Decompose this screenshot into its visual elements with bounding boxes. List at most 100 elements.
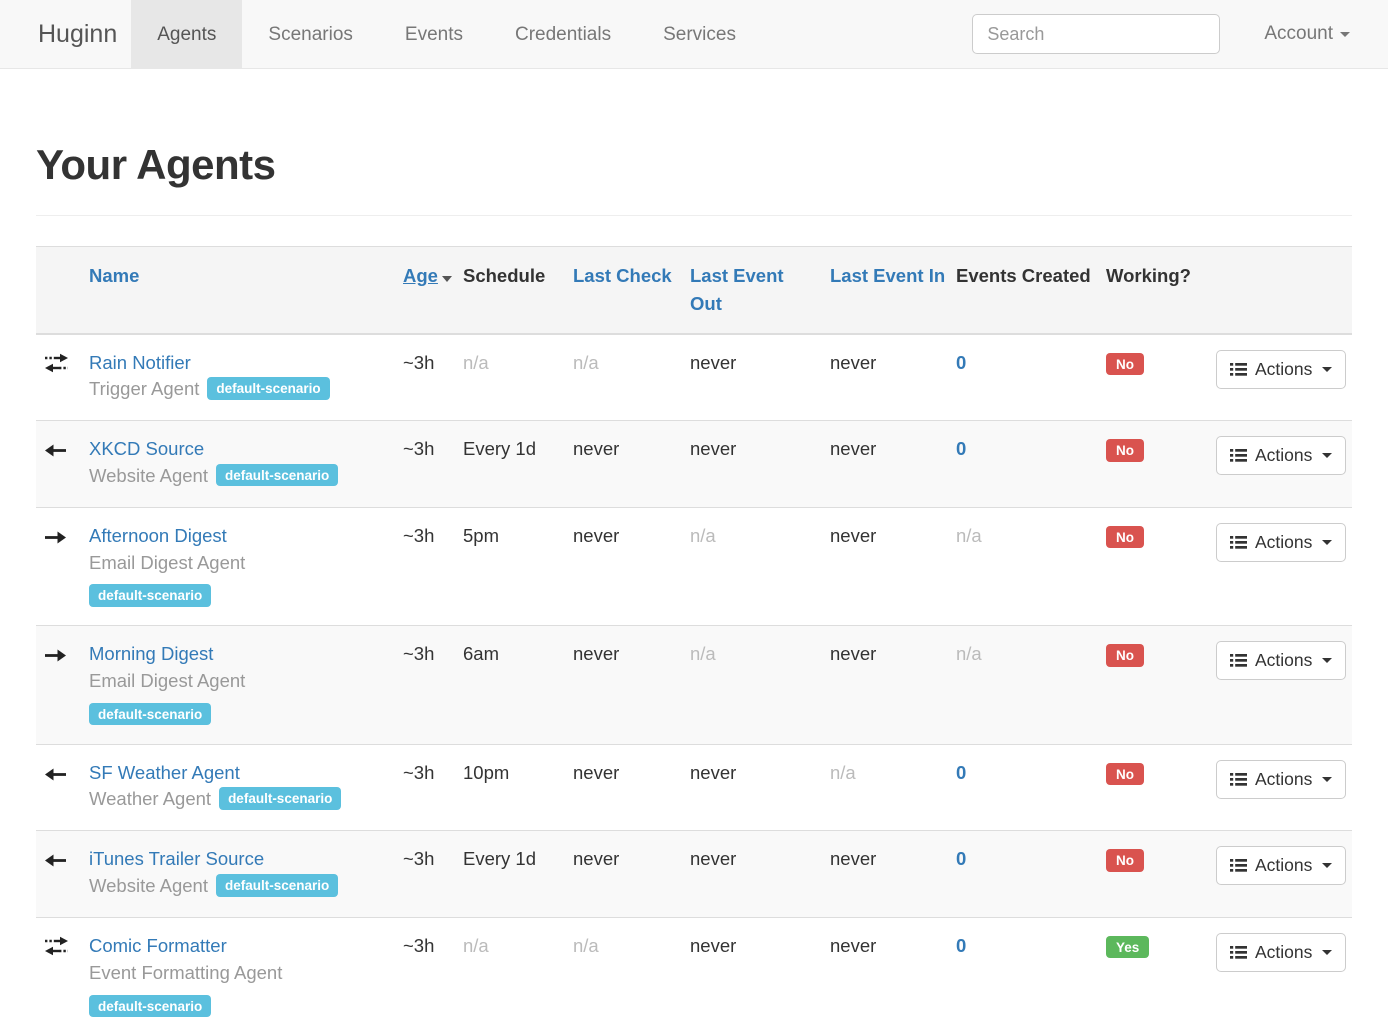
navbar-right: Account xyxy=(972,0,1388,68)
cell-schedule: n/a xyxy=(463,334,573,421)
events-count-link[interactable]: 0 xyxy=(956,762,966,783)
col-header-label: Working? xyxy=(1106,265,1191,286)
agent-name-link[interactable]: Morning Digest xyxy=(89,643,213,664)
working-status-badge: No xyxy=(1106,644,1144,667)
scenario-badge[interactable]: default-scenario xyxy=(89,995,211,1018)
actions-button-label: Actions xyxy=(1255,855,1312,876)
actions-button-label: Actions xyxy=(1255,359,1312,380)
cell-last-check: never xyxy=(573,626,690,744)
agent-subline: Website Agentdefault-scenario xyxy=(89,873,393,900)
scenario-badge[interactable]: default-scenario xyxy=(89,584,211,607)
cell-flow-icon xyxy=(36,421,89,508)
agent-name-link[interactable]: Afternoon Digest xyxy=(89,525,227,546)
actions-button-label: Actions xyxy=(1255,769,1312,790)
agent-subline: Event Formatting Agent xyxy=(89,960,393,987)
nav-item-credentials[interactable]: Credentials xyxy=(489,0,637,68)
working-status-badge: No xyxy=(1106,763,1144,786)
cell-events-created[interactable]: 0 xyxy=(956,334,1106,421)
cell-last-event-out: never xyxy=(690,831,830,918)
working-status-badge: No xyxy=(1106,439,1144,462)
cell-actions: Actions xyxy=(1206,334,1352,421)
cell-actions: Actions xyxy=(1206,917,1352,1035)
cell-working: No xyxy=(1106,831,1206,918)
cell-working: No xyxy=(1106,421,1206,508)
col-header-last-event-out[interactable]: Last Event Out xyxy=(690,247,830,334)
col-header-age[interactable]: Age xyxy=(403,247,463,334)
arrow-right-icon xyxy=(44,648,67,663)
actions-dropdown-button[interactable]: Actions xyxy=(1216,523,1346,562)
cell-flow-icon xyxy=(36,626,89,744)
cell-events-created[interactable]: 0 xyxy=(956,421,1106,508)
actions-dropdown-button[interactable]: Actions xyxy=(1216,933,1346,972)
cell-events-created[interactable]: 0 xyxy=(956,744,1106,831)
cell-actions: Actions xyxy=(1206,421,1352,508)
scenario-badge[interactable]: default-scenario xyxy=(207,377,329,400)
cell-last-event-in: never xyxy=(830,626,956,744)
col-header-schedule: Schedule xyxy=(463,247,573,334)
events-count-link[interactable]: 0 xyxy=(956,438,966,459)
cell-events-created: n/a xyxy=(956,626,1106,744)
col-header-label[interactable]: Last Event Out xyxy=(690,265,784,314)
cell-working: No xyxy=(1106,334,1206,421)
events-count-link[interactable]: 0 xyxy=(956,935,966,956)
working-status-badge: No xyxy=(1106,526,1144,549)
cell-name: Afternoon DigestEmail Digest Agentdefaul… xyxy=(89,507,403,625)
cell-last-check: n/a xyxy=(573,334,690,421)
actions-dropdown-button[interactable]: Actions xyxy=(1216,641,1346,680)
col-header-events-created: Events Created xyxy=(956,247,1106,334)
cell-last-check: n/a xyxy=(573,917,690,1035)
cell-actions: Actions xyxy=(1206,507,1352,625)
actions-dropdown-button[interactable]: Actions xyxy=(1216,436,1346,475)
cell-working: Yes xyxy=(1106,917,1206,1035)
agent-name-link[interactable]: SF Weather Agent xyxy=(89,762,240,783)
cell-events-created[interactable]: 0 xyxy=(956,917,1106,1035)
page-title: Your Agents xyxy=(36,141,1352,189)
col-header-label[interactable]: Last Event In xyxy=(830,265,945,286)
table-body: Rain Notifier Trigger Agentdefault-scenar… xyxy=(36,334,1352,1035)
list-icon xyxy=(1230,448,1247,463)
chevron-down-icon xyxy=(1322,658,1332,663)
nav-item-events[interactable]: Events xyxy=(379,0,489,68)
agent-subline: Trigger Agentdefault-scenario xyxy=(89,376,393,403)
scenario-badge[interactable]: default-scenario xyxy=(89,703,211,726)
col-header-last-event-in[interactable]: Last Event In xyxy=(830,247,956,334)
arrow-left-icon xyxy=(44,853,67,868)
search-input[interactable] xyxy=(972,14,1220,54)
events-count-link[interactable]: 0 xyxy=(956,848,966,869)
scenario-badge[interactable]: default-scenario xyxy=(216,464,338,487)
account-menu[interactable]: Account xyxy=(1264,23,1350,45)
col-header-last-check[interactable]: Last Check xyxy=(573,247,690,334)
brand-logo[interactable]: Huginn xyxy=(0,0,131,68)
cell-age: ~3h xyxy=(403,917,463,1035)
nav-item-scenarios[interactable]: Scenarios xyxy=(242,0,379,68)
agent-name-link[interactable]: Rain Notifier xyxy=(89,352,191,373)
cell-flow-icon xyxy=(36,744,89,831)
actions-dropdown-button[interactable]: Actions xyxy=(1216,350,1346,389)
actions-dropdown-button[interactable]: Actions xyxy=(1216,846,1346,885)
actions-dropdown-button[interactable]: Actions xyxy=(1216,760,1346,799)
cell-events-created[interactable]: 0 xyxy=(956,831,1106,918)
col-header-label[interactable]: Last Check xyxy=(573,265,672,286)
agent-name-link[interactable]: Comic Formatter xyxy=(89,935,227,956)
list-icon xyxy=(1230,858,1247,873)
cell-age: ~3h xyxy=(403,831,463,918)
col-header-label[interactable]: Name xyxy=(89,265,139,286)
agent-type-label: Website Agent xyxy=(89,465,208,486)
events-count-link[interactable]: 0 xyxy=(956,352,966,373)
agent-name-link[interactable]: iTunes Trailer Source xyxy=(89,848,264,869)
cell-flow-icon xyxy=(36,334,89,421)
scenario-badge[interactable]: default-scenario xyxy=(219,787,341,810)
col-header-label[interactable]: Age xyxy=(403,265,438,286)
agent-row-sf-weather-agent: SF Weather AgentWeather Agentdefault-sce… xyxy=(36,744,1352,831)
nav-item-services[interactable]: Services xyxy=(637,0,762,68)
agent-subline: Website Agent default-scenario xyxy=(89,463,393,490)
arrow-left-icon xyxy=(44,443,67,458)
col-header-name[interactable]: Name xyxy=(89,247,403,334)
nav-item-agents[interactable]: Agents xyxy=(131,0,242,68)
cell-last-check: never xyxy=(573,421,690,508)
agent-row-xkcd-source: XKCD Source Website Agent default-scenario… xyxy=(36,421,1352,508)
scenario-badge[interactable]: default-scenario xyxy=(216,874,338,897)
cell-last-event-out: never xyxy=(690,917,830,1035)
cell-actions: Actions xyxy=(1206,744,1352,831)
agent-name-link[interactable]: XKCD Source xyxy=(89,438,204,459)
